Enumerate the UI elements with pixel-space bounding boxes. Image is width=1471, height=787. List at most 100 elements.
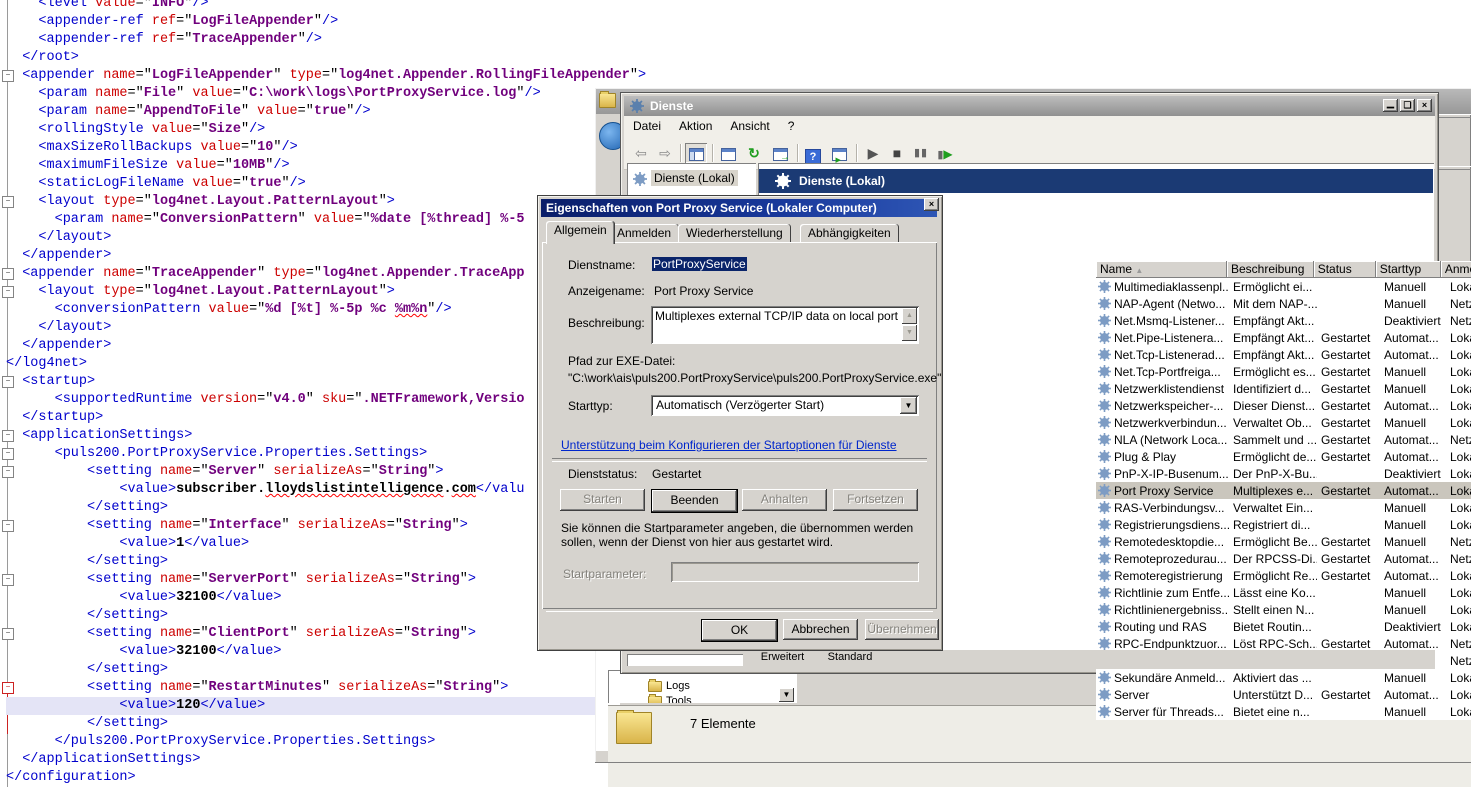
maximize-button[interactable]: ❏ bbox=[1400, 99, 1415, 112]
anhalten-button[interactable]: Anhalten bbox=[742, 489, 827, 511]
desc-scroll-up[interactable]: ▲ bbox=[902, 308, 917, 324]
code-line[interactable]: <layout type="log4net.Layout.PatternLayo… bbox=[6, 193, 595, 211]
code-line[interactable]: <startup> bbox=[6, 373, 595, 391]
code-line[interactable]: <value>120</value> bbox=[6, 697, 595, 715]
code-line[interactable]: </root> bbox=[6, 49, 595, 67]
code-line[interactable]: <conversionPattern value="%d [%t] %-5p %… bbox=[6, 301, 595, 319]
extended-view-icon[interactable] bbox=[828, 143, 850, 163]
desc-scroll-down[interactable]: ▼ bbox=[902, 325, 917, 341]
code-editor[interactable]: −−−−−−−−−−−− <level value="INFO"/> <appe… bbox=[0, 0, 620, 787]
column-header-anmelden-als[interactable]: Anmelden als bbox=[1441, 261, 1471, 278]
starttyp-combobox[interactable]: Automatisch (Verzögerter Start) ▼ bbox=[651, 395, 919, 416]
back-icon[interactable]: ⇦ bbox=[630, 143, 652, 163]
table-row[interactable]: Netzwerkspeicher-...Dieser Dienst...Gest… bbox=[1096, 397, 1471, 414]
code-line[interactable]: <layout type="log4net.Layout.PatternLayo… bbox=[6, 283, 595, 301]
refresh-icon[interactable]: ↻ bbox=[743, 143, 765, 163]
tab-allgemein[interactable]: Allgemein bbox=[546, 221, 615, 244]
column-header-name[interactable]: Name ▲ bbox=[1096, 261, 1227, 278]
console-tree-toggle-icon[interactable] bbox=[685, 143, 707, 163]
code-line[interactable]: <maxSizeRollBackups value="10"/> bbox=[6, 139, 595, 157]
uebernehmen-button[interactable]: Übernehmen bbox=[865, 619, 939, 640]
tab-erweitert[interactable]: Erweitert bbox=[751, 650, 814, 665]
forward-icon[interactable]: ⇨ bbox=[654, 143, 676, 163]
code-line[interactable]: <rollingStyle value="Size"/> bbox=[6, 121, 595, 139]
stop-service-icon[interactable]: ■ bbox=[886, 143, 908, 163]
start-service-icon[interactable]: ▶ bbox=[862, 143, 884, 163]
abbrechen-button[interactable]: Abbrechen bbox=[783, 619, 858, 640]
table-row[interactable]: Richtlinie zum Entfe...Lässt eine Ko...M… bbox=[1096, 584, 1471, 601]
dropdown-button[interactable]: ▼ bbox=[779, 688, 794, 702]
tab-standard[interactable]: Standard bbox=[822, 650, 878, 665]
export-list-icon[interactable]: → bbox=[769, 143, 791, 163]
code-line[interactable]: <value>subscriber.lloydslistintelligence… bbox=[6, 481, 595, 499]
code-line[interactable]: </puls200.PortProxyService.Properties.Se… bbox=[6, 733, 595, 751]
table-row[interactable]: Remotedesktopdie...Ermöglicht Be...Gesta… bbox=[1096, 533, 1471, 550]
pause-service-icon[interactable]: ▮▮ bbox=[910, 143, 932, 163]
table-row[interactable]: Richtlinienergebniss...Stellt einen N...… bbox=[1096, 601, 1471, 618]
beenden-button[interactable]: Beenden bbox=[651, 489, 738, 513]
menu-item-datei[interactable]: Datei bbox=[624, 116, 670, 133]
table-row[interactable]: Net.Tcp-Listenerad...Empfängt Akt...Gest… bbox=[1096, 346, 1471, 363]
startoptions-help-link[interactable]: Unterstützung beim Konfigurieren der Sta… bbox=[561, 438, 897, 452]
table-row[interactable]: RemoteregistrierungErmöglicht Re...Gesta… bbox=[1096, 567, 1471, 584]
code-line[interactable]: <setting name="Interface" serializeAs="S… bbox=[6, 517, 595, 535]
menu-item-ansicht[interactable]: Ansicht bbox=[721, 116, 778, 133]
table-row[interactable]: Net.Msmq-Listener...Empfängt Akt...Deakt… bbox=[1096, 312, 1471, 329]
ok-button[interactable]: OK bbox=[701, 619, 778, 642]
code-line[interactable]: <appender-ref ref="TraceAppender"/> bbox=[6, 31, 595, 49]
code-line[interactable]: </setting> bbox=[6, 553, 595, 571]
folder-row[interactable]: Tools bbox=[648, 695, 692, 703]
close-button[interactable]: × bbox=[1417, 99, 1432, 112]
properties-dialog[interactable]: Eigenschaften von Port Proxy Service (Lo… bbox=[537, 195, 943, 651]
table-row[interactable]: NAP-Agent (Netwo...Mit dem NAP-...Manuel… bbox=[1096, 295, 1471, 312]
menu-bar[interactable]: DateiAktionAnsicht? bbox=[624, 116, 1435, 139]
table-row[interactable]: Plug & PlayErmöglicht de...GestartetAuto… bbox=[1096, 448, 1471, 465]
code-line[interactable]: </applicationSettings> bbox=[6, 751, 595, 769]
code-line[interactable]: </log4net> bbox=[6, 355, 595, 373]
table-row[interactable]: Server für Threads...Bietet eine n...Man… bbox=[1096, 703, 1471, 720]
code-line[interactable]: <param name="ConversionPattern" value="%… bbox=[6, 211, 595, 229]
code-line[interactable]: <puls200.PortProxyService.Properties.Set… bbox=[6, 445, 595, 463]
code-line[interactable]: <supportedRuntime version="v4.0" sku=".N… bbox=[6, 391, 595, 409]
explorer-file-list[interactable]: Logs Tools bbox=[608, 670, 797, 703]
code-line[interactable]: <staticLogFileName value="true"/> bbox=[6, 175, 595, 193]
table-row[interactable]: ServerUnterstützt D...GestartetAutomat..… bbox=[1096, 686, 1471, 703]
table-row[interactable]: Remoteprozedurau...Der RPCSS-Di...Gestar… bbox=[1096, 550, 1471, 567]
beschreibung-field[interactable]: Multiplexes external TCP/IP data on loca… bbox=[651, 306, 919, 344]
combo-arrow-button[interactable]: ▼ bbox=[900, 397, 917, 414]
column-header-status[interactable]: Status bbox=[1314, 261, 1376, 278]
column-header-starttyp[interactable]: Starttyp bbox=[1376, 261, 1441, 278]
xml-code[interactable]: <level value="INFO"/> <appender-ref ref=… bbox=[6, 0, 595, 787]
tab-wiederherstellung[interactable]: Wiederherstellung bbox=[678, 224, 791, 243]
code-line[interactable]: <applicationSettings> bbox=[6, 427, 595, 445]
table-row[interactable]: NetzwerklistendienstIdentifiziert d...Ge… bbox=[1096, 380, 1471, 397]
code-line[interactable]: <setting name="RestartMinutes" serialize… bbox=[6, 679, 595, 697]
table-row[interactable]: RAS-Verbindungsv...Verwaltet Ein...Manue… bbox=[1096, 499, 1471, 516]
code-line[interactable]: </appender> bbox=[6, 247, 595, 265]
code-line[interactable]: <setting name="ServerPort" serializeAs="… bbox=[6, 571, 595, 589]
restart-service-icon[interactable]: ▮▶ bbox=[934, 143, 956, 163]
table-row[interactable]: NLA (Network Loca...Sammelt und ...Gesta… bbox=[1096, 431, 1471, 448]
tab-anmelden[interactable]: Anmelden bbox=[609, 224, 679, 243]
code-line[interactable]: <appender name="LogFileAppender" type="l… bbox=[6, 67, 595, 85]
code-line[interactable]: </layout> bbox=[6, 229, 595, 247]
code-line[interactable]: <setting name="Server" serializeAs="Stri… bbox=[6, 463, 595, 481]
code-line[interactable]: <value>1</value> bbox=[6, 535, 595, 553]
dialog-title-bar[interactable]: Eigenschaften von Port Proxy Service (Lo… bbox=[541, 199, 937, 217]
code-line[interactable]: <setting name="ClientPort" serializeAs="… bbox=[6, 625, 595, 643]
column-header-beschreibung[interactable]: Beschreibung bbox=[1227, 261, 1314, 278]
menu-item-aktion[interactable]: Aktion bbox=[670, 116, 721, 133]
view-tabs-row[interactable]: Erweitert Standard bbox=[624, 650, 1435, 669]
table-row[interactable]: PnP-X-IP-Busenum...Der PnP-X-Bu...Deakti… bbox=[1096, 465, 1471, 482]
startparameter-field[interactable] bbox=[671, 562, 919, 582]
tree-item-dienste-lokal[interactable]: Dienste (Lokal) bbox=[633, 169, 738, 187]
table-row[interactable]: Multimediaklassenpl...Ermöglicht ei...Ma… bbox=[1096, 278, 1471, 295]
code-line[interactable]: <maximumFileSize value="10MB"/> bbox=[6, 157, 595, 175]
table-row[interactable]: Net.Tcp-Portfreiga...Ermöglicht es...Ges… bbox=[1096, 363, 1471, 380]
dialog-close-button[interactable]: × bbox=[924, 198, 939, 211]
properties-icon[interactable] bbox=[717, 143, 739, 163]
code-line[interactable]: </setting> bbox=[6, 661, 595, 679]
code-line[interactable]: <level value="INFO"/> bbox=[6, 0, 595, 13]
table-row[interactable]: Netzwerkverbindun...Verwaltet Ob...Gesta… bbox=[1096, 414, 1471, 431]
code-line[interactable]: <param name="File" value="C:\work\logs\P… bbox=[6, 85, 595, 103]
